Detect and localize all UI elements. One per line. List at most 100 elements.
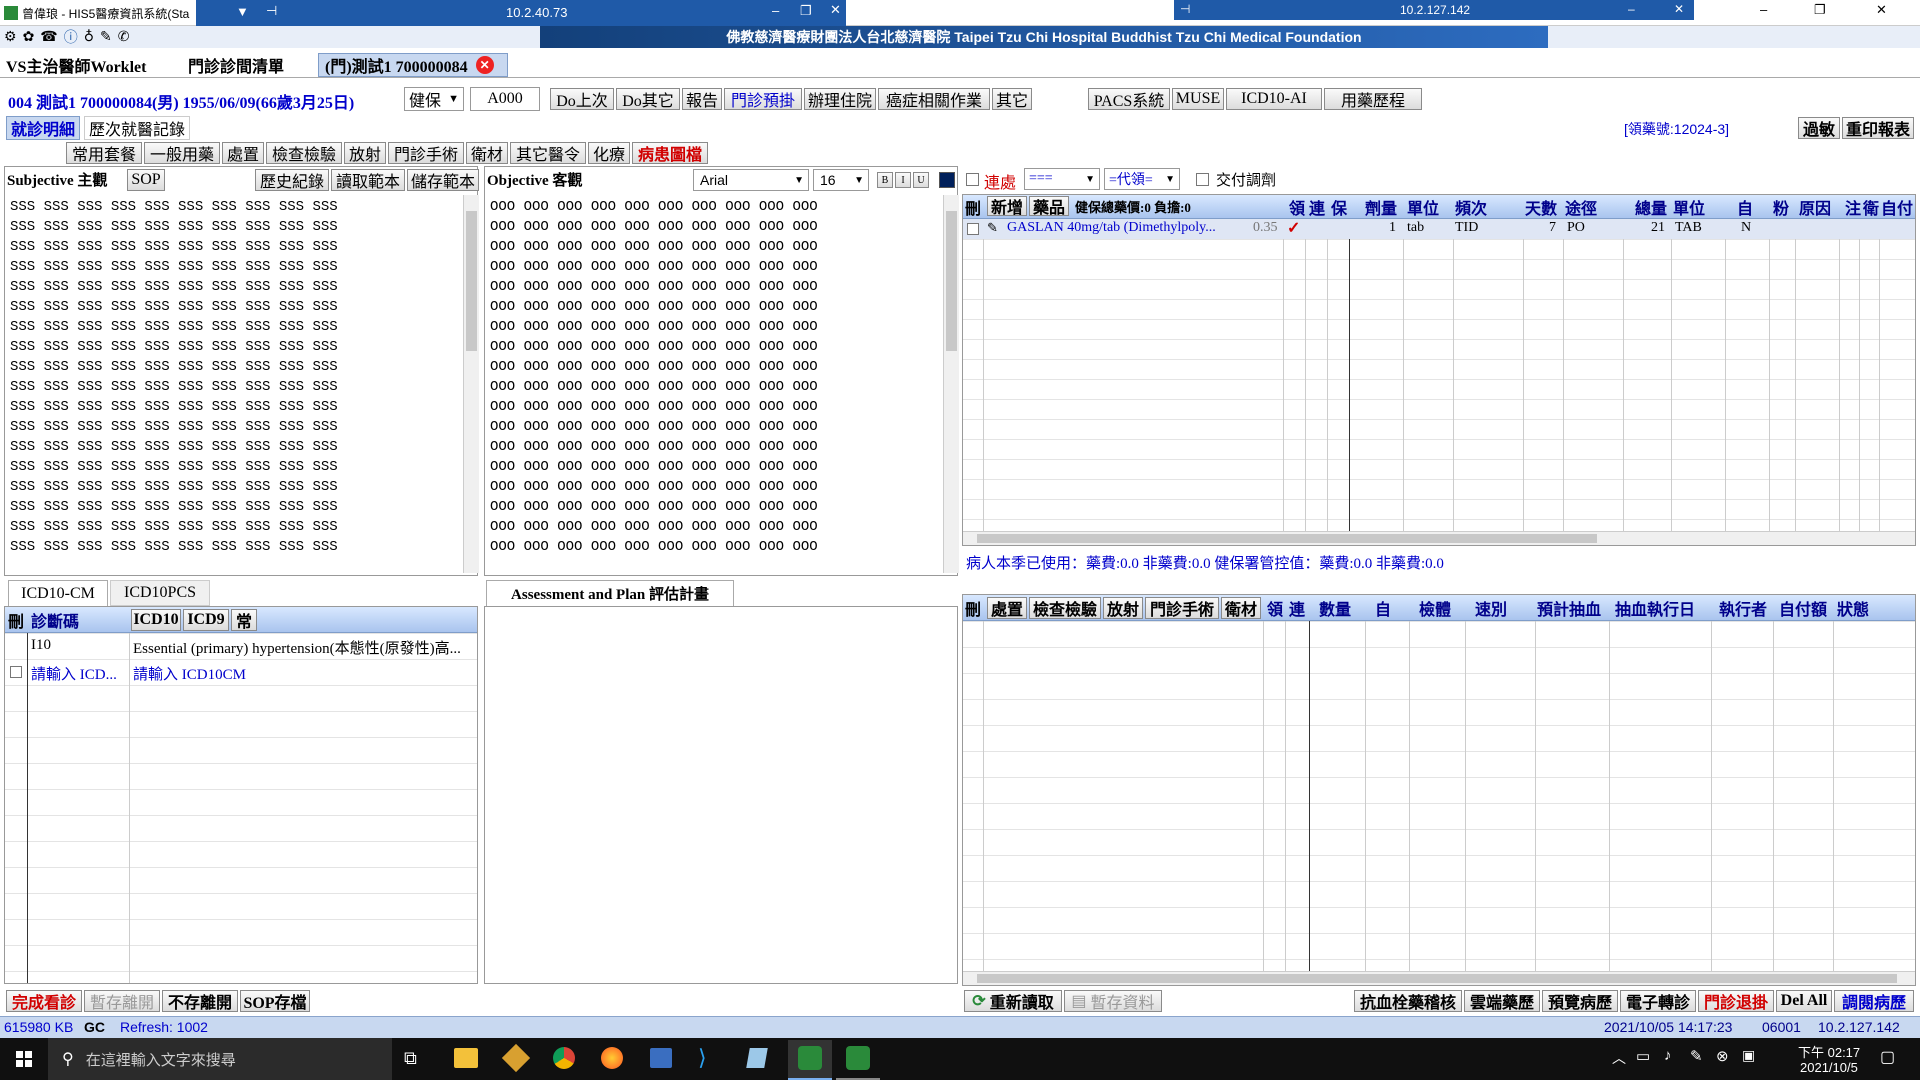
color-picker[interactable]	[939, 172, 955, 188]
complete-visit-button[interactable]: 完成看診	[6, 990, 82, 1012]
visit-code-field[interactable]: A000	[470, 87, 540, 111]
chevron-down-icon[interactable]: ▼	[236, 4, 249, 19]
procedure-button[interactable]: 處置	[222, 142, 264, 164]
restore-icon[interactable]: ❐	[1814, 2, 1826, 18]
read-template-button[interactable]: 讀取範本	[331, 169, 405, 191]
subjective-textarea[interactable]: SSS SSS SSS SSS SSS SSS SSS SSS SSS SSS S…	[6, 195, 460, 573]
save-template-button[interactable]: 儲存範本	[407, 169, 479, 191]
restore-icon[interactable]: ❐	[800, 3, 812, 19]
cancer-button[interactable]: 癌症相關作業	[878, 88, 990, 110]
common-button[interactable]: 常	[231, 609, 257, 631]
icd-ai-button[interactable]: ICD10-AI	[1226, 88, 1322, 110]
italic-button[interactable]: I	[895, 172, 911, 188]
task-view-icon[interactable]: ⧉	[404, 1048, 417, 1069]
icd10-button[interactable]: ICD10	[131, 609, 181, 631]
proc-button[interactable]: 處置	[987, 597, 1027, 619]
firefox-icon[interactable]	[601, 1047, 623, 1069]
med-row[interactable]: ✎ GASLAN 40mg/tab (Dimethylpoly... 0.35 …	[963, 219, 1915, 239]
proc-supply-button[interactable]: 衛材	[1221, 597, 1261, 619]
pacs-button[interactable]: PACS系統	[1088, 88, 1170, 110]
delete-all-button[interactable]: Del All	[1776, 990, 1832, 1012]
sop-button[interactable]: SOP	[127, 169, 165, 191]
row-checkbox[interactable]	[967, 223, 979, 235]
network-icon[interactable]: ▭	[1636, 1047, 1650, 1065]
close-icon[interactable]: ✕	[1674, 2, 1684, 16]
settings-icon[interactable]: ✿	[23, 29, 35, 46]
do-last-button[interactable]: Do上次	[550, 88, 614, 110]
muse-button[interactable]: MUSE	[1172, 88, 1224, 110]
minimize-icon[interactable]: –	[1760, 2, 1767, 17]
pin-icon[interactable]: ⊣	[1180, 2, 1190, 16]
objective-scrollbar[interactable]	[943, 195, 959, 573]
app-icon[interactable]	[501, 1043, 531, 1073]
allergy-button[interactable]: 過敏	[1798, 117, 1840, 139]
temp-save-exit-button[interactable]: 暫存離開	[84, 990, 160, 1012]
objective-textarea[interactable]: OOO OOO OOO OOO OOO OOO OOO OOO OOO OOO O…	[486, 195, 940, 573]
med-table-hscroll[interactable]	[963, 531, 1915, 545]
order-set-button[interactable]: 常用套餐	[66, 142, 142, 164]
preview-record-button[interactable]: 預覽病歷	[1542, 990, 1618, 1012]
close-icon[interactable]: ✕	[1876, 2, 1887, 18]
tab-clinic-list[interactable]: 門診診間清單	[188, 53, 284, 77]
reload-button[interactable]: ⟳ 重新讀取	[964, 990, 1062, 1012]
chrome-icon[interactable]	[553, 1047, 575, 1069]
referral-button[interactable]: 電子轉診	[1620, 990, 1696, 1012]
transfer-checkbox[interactable]	[1196, 173, 1209, 186]
tab-assessment[interactable]: Assessment and Plan 評估計畫	[486, 580, 734, 606]
assessment-textarea[interactable]	[484, 606, 958, 984]
general-drug-button[interactable]: 一般用藥	[144, 142, 220, 164]
taskbar-search[interactable]: ⚲ 在這裡輸入文字來搜尋	[48, 1038, 392, 1080]
insurance-select[interactable]: 健保 ▼	[404, 87, 464, 111]
tab-icd10cm[interactable]: ICD10-CM	[8, 580, 108, 606]
history-record-button[interactable]: 歷史紀錄	[255, 169, 329, 191]
med-history-button[interactable]: 用藥歷程	[1324, 88, 1422, 110]
proxy-select[interactable]: =代領= ▼	[1104, 168, 1180, 190]
surgery-button[interactable]: 門診手術	[388, 142, 464, 164]
tab-patient[interactable]: (門)測試1 700000084 ✕	[318, 53, 508, 77]
sop-save-button[interactable]: SOP存檔	[240, 990, 310, 1012]
report-button[interactable]: 報告	[682, 88, 722, 110]
chevron-up-icon[interactable]: ︿	[1612, 1048, 1626, 1068]
input-method-icon[interactable]: ▣	[1742, 1047, 1755, 1064]
phone-icon[interactable]: ☎	[40, 29, 57, 46]
proc-radiology-button[interactable]: 放射	[1103, 597, 1143, 619]
pin-icon[interactable]: ⊣	[266, 3, 277, 19]
icd-row[interactable]: I10 Essential (primary) hypertension(本態性…	[5, 633, 477, 659]
size-select[interactable]: 16 ▼	[813, 169, 869, 191]
file-explorer-icon[interactable]	[454, 1048, 478, 1068]
wrench-icon[interactable]: ✎	[100, 29, 112, 46]
proc-lab-button[interactable]: 檢查檢驗	[1029, 597, 1101, 619]
icd9-button[interactable]: ICD9	[183, 609, 229, 631]
close-icon[interactable]: ✕	[830, 2, 841, 18]
his-app-icon[interactable]	[836, 1040, 880, 1080]
checkmark-icon[interactable]: ✓	[1287, 218, 1300, 238]
exit-nosave-button[interactable]: 不存離開	[162, 990, 238, 1012]
bold-button[interactable]: B	[877, 172, 893, 188]
close-tab-icon[interactable]: ✕	[475, 56, 494, 74]
icd-desc-input[interactable]: 請輸入 ICD10CM	[133, 663, 246, 684]
other-order-button[interactable]: 其它醫令	[510, 142, 586, 164]
supply-button[interactable]: 衛材	[466, 142, 508, 164]
notification-icon[interactable]: ▢	[1880, 1047, 1895, 1067]
font-select[interactable]: Arial ▼	[693, 169, 809, 191]
cancel-registration-button[interactable]: 門診退掛	[1698, 990, 1774, 1012]
link-select[interactable]: === ▼	[1024, 168, 1100, 190]
row-checkbox[interactable]	[10, 666, 22, 678]
notes-app-icon[interactable]	[746, 1048, 768, 1068]
his-app-icon[interactable]	[788, 1040, 832, 1080]
tab-visit-detail[interactable]: 就診明細	[6, 116, 81, 140]
info-icon[interactable]: ⓘ	[64, 27, 78, 47]
close-circle-icon[interactable]: ⊗	[1716, 1047, 1729, 1065]
cloud-med-button[interactable]: 雲端藥歷	[1464, 990, 1540, 1012]
tools-icon[interactable]: ⚙	[4, 29, 17, 46]
tab-history[interactable]: 歷次就醫記錄	[84, 116, 191, 140]
volume-icon[interactable]: ♪	[1664, 1047, 1672, 1064]
view-record-button[interactable]: 調閱病歷	[1834, 990, 1914, 1012]
minimize-icon[interactable]: –	[772, 3, 779, 18]
link-checkbox[interactable]	[966, 173, 979, 186]
patient-image-button[interactable]: 病患圖檔	[632, 142, 708, 164]
icd-code-input[interactable]: 請輸入 ICD...	[31, 663, 117, 684]
vscode-icon[interactable]: ⟩	[698, 1045, 707, 1071]
tab-icd10pcs[interactable]: ICD10PCS	[110, 580, 210, 606]
temp-save-button[interactable]: ▤ 暫存資料	[1064, 990, 1162, 1012]
